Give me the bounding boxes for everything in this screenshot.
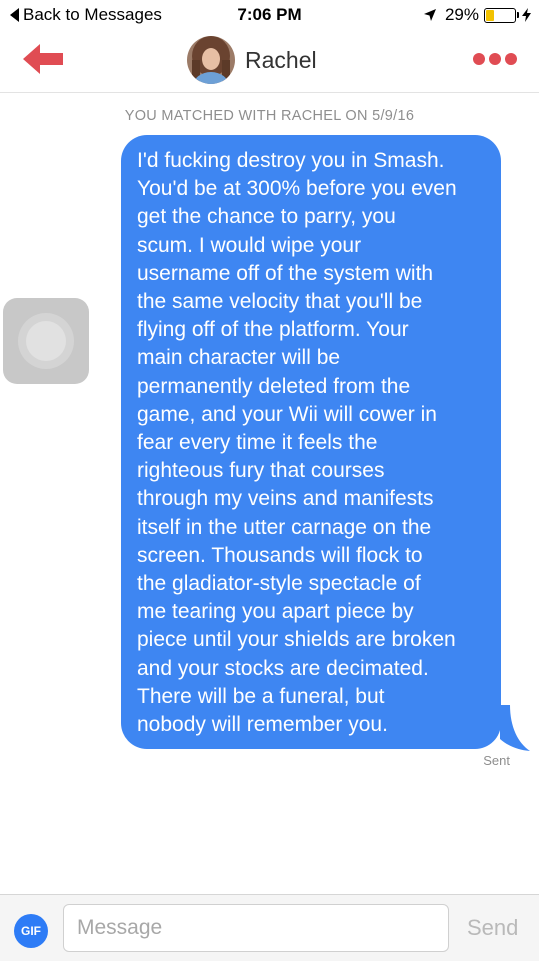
more-dots-icon[interactable]	[473, 53, 517, 65]
contact-name[interactable]: Rachel	[245, 47, 317, 74]
dot	[489, 53, 501, 65]
gif-button[interactable]: GIF	[14, 914, 48, 948]
conversation-header: Rachel	[0, 30, 539, 93]
battery-level	[486, 9, 494, 21]
dot	[473, 53, 485, 65]
avatar[interactable]	[187, 36, 235, 84]
message-input-bar: GIF Send	[0, 894, 539, 961]
battery-percent: 29%	[444, 5, 479, 24]
profile-photo	[187, 36, 235, 84]
status-indicators: 29%	[423, 5, 531, 25]
location-arrow-icon	[423, 9, 436, 21]
outgoing-message-bubble[interactable]: I'd fucking destroy you in Smash. You'd …	[121, 135, 501, 749]
placeholder-dot	[26, 321, 66, 361]
placeholder-avatar	[3, 298, 89, 384]
send-button[interactable]: Send	[467, 915, 518, 941]
sent-status: Sent	[483, 753, 510, 768]
status-bar: Back to Messages 7:06 PM 29%	[0, 0, 539, 30]
charging-bolt-icon	[522, 8, 531, 22]
bubble-tail	[500, 705, 530, 751]
match-banner: YOU MATCHED WITH RACHEL ON 5/9/16	[124, 108, 415, 124]
message-input[interactable]	[63, 904, 449, 952]
battery-cap	[517, 12, 519, 18]
battery-icon	[484, 7, 516, 23]
message-text: I'd fucking destroy you in Smash. You'd …	[137, 149, 457, 737]
back-arrow-icon[interactable]	[21, 42, 65, 76]
dot	[505, 53, 517, 65]
